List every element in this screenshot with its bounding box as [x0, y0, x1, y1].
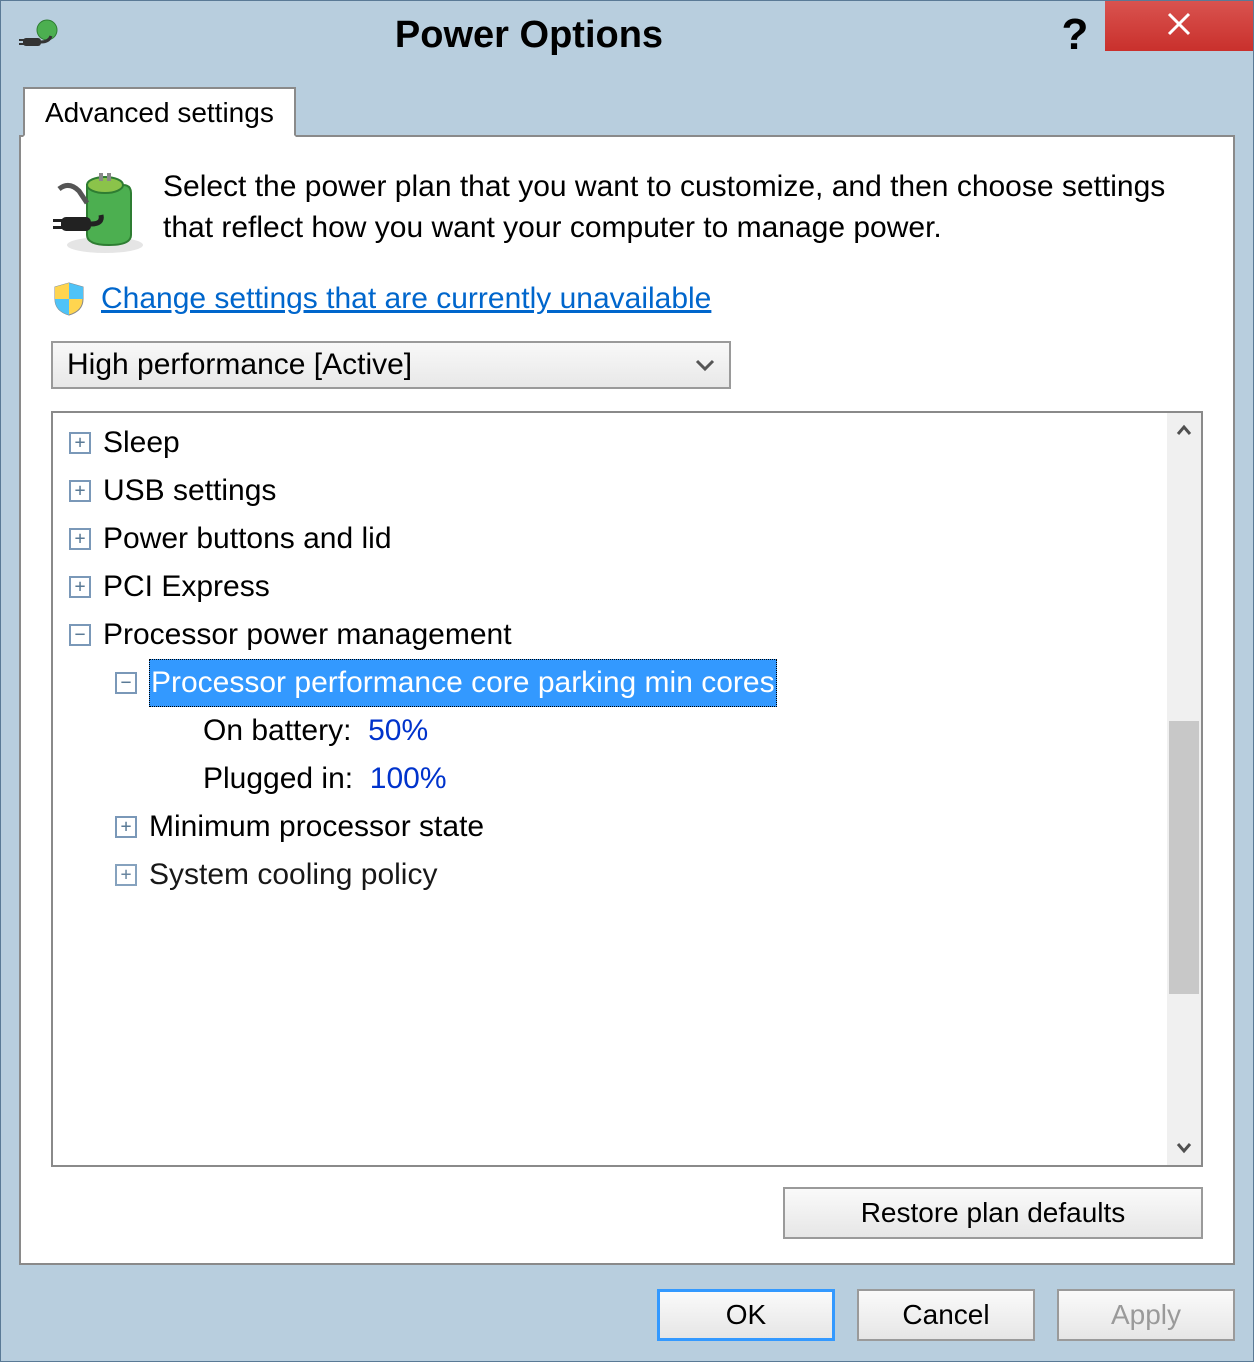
expand-icon[interactable]: +	[69, 576, 91, 598]
apply-button: Apply	[1057, 1289, 1235, 1341]
tree-label: Power buttons and lid	[103, 515, 392, 563]
tree-item-core-parking-min-cores[interactable]: − Processor performance core parking min…	[63, 659, 1167, 707]
scroll-down-arrow-icon[interactable]	[1167, 1131, 1201, 1165]
value-label: On battery:	[203, 707, 351, 755]
tree-value-on-battery[interactable]: On battery: 50%	[63, 707, 1167, 755]
tree-label-selected: Processor performance core parking min c…	[149, 659, 777, 707]
window-title: Power Options	[13, 14, 1045, 57]
value-readout: 100%	[370, 755, 447, 803]
titlebar: Power Options ?	[1, 1, 1253, 69]
tree-item-system-cooling-policy[interactable]: + System cooling policy	[63, 851, 1167, 899]
value-label: Plugged in:	[203, 755, 353, 803]
scroll-thumb[interactable]	[1169, 721, 1199, 995]
close-button[interactable]	[1105, 1, 1253, 51]
change-link-row: Change settings that are currently unava…	[51, 281, 1203, 317]
tree-label: Sleep	[103, 419, 180, 467]
help-button[interactable]: ?	[1045, 1, 1105, 69]
tree-item-processor-power-management[interactable]: − Processor power management	[63, 611, 1167, 659]
tree-label: Processor power management	[103, 611, 512, 659]
tree-item-power-buttons-lid[interactable]: + Power buttons and lid	[63, 515, 1167, 563]
intro-row: Select the power plan that you want to c…	[51, 167, 1203, 263]
expand-icon[interactable]: +	[115, 864, 137, 886]
tree-item-sleep[interactable]: + Sleep	[63, 419, 1167, 467]
tree-label: Minimum processor state	[149, 803, 484, 851]
expand-icon[interactable]: +	[69, 432, 91, 454]
scroll-up-arrow-icon[interactable]	[1167, 413, 1201, 447]
settings-tree: + Sleep + USB settings + Power buttons a…	[51, 411, 1203, 1167]
collapse-icon[interactable]: −	[69, 624, 91, 646]
collapse-icon[interactable]: −	[115, 672, 137, 694]
tab-strip: Advanced settings	[19, 87, 1235, 137]
value-readout: 50%	[368, 707, 428, 755]
expand-icon[interactable]: +	[115, 816, 137, 838]
ok-button[interactable]: OK	[657, 1289, 835, 1341]
tree-item-pci-express[interactable]: + PCI Express	[63, 563, 1167, 611]
tree-value-plugged-in[interactable]: Plugged in: 100%	[63, 755, 1167, 803]
expand-icon[interactable]: +	[69, 480, 91, 502]
power-plan-select[interactable]: High performance [Active]	[51, 341, 731, 389]
scroll-track[interactable]	[1167, 447, 1201, 1131]
tree-scroll-area: + Sleep + USB settings + Power buttons a…	[53, 413, 1167, 1165]
tab-content: Select the power plan that you want to c…	[19, 137, 1235, 1265]
tree-item-minimum-processor-state[interactable]: + Minimum processor state	[63, 803, 1167, 851]
change-settings-link[interactable]: Change settings that are currently unava…	[101, 282, 711, 316]
battery-icon	[51, 167, 147, 263]
vertical-scrollbar[interactable]	[1167, 413, 1201, 1165]
power-options-window: Power Options ? Advanced settings	[0, 0, 1254, 1362]
shield-icon	[51, 281, 87, 317]
power-plan-selected: High performance [Active]	[67, 348, 412, 382]
close-icon	[1166, 8, 1192, 45]
chevron-down-icon	[695, 352, 715, 378]
restore-plan-defaults-button[interactable]: Restore plan defaults	[783, 1187, 1203, 1239]
intro-text: Select the power plan that you want to c…	[163, 167, 1203, 248]
tree-item-usb-settings[interactable]: + USB settings	[63, 467, 1167, 515]
tab-advanced-settings[interactable]: Advanced settings	[23, 87, 296, 137]
cancel-button[interactable]: Cancel	[857, 1289, 1035, 1341]
tree-label: PCI Express	[103, 563, 270, 611]
client-area: Advanced settings	[1, 69, 1253, 1361]
expand-icon[interactable]: +	[69, 528, 91, 550]
tree-label: System cooling policy	[149, 851, 437, 899]
tree-label: USB settings	[103, 467, 276, 515]
dialog-button-row: OK Cancel Apply	[19, 1265, 1235, 1341]
